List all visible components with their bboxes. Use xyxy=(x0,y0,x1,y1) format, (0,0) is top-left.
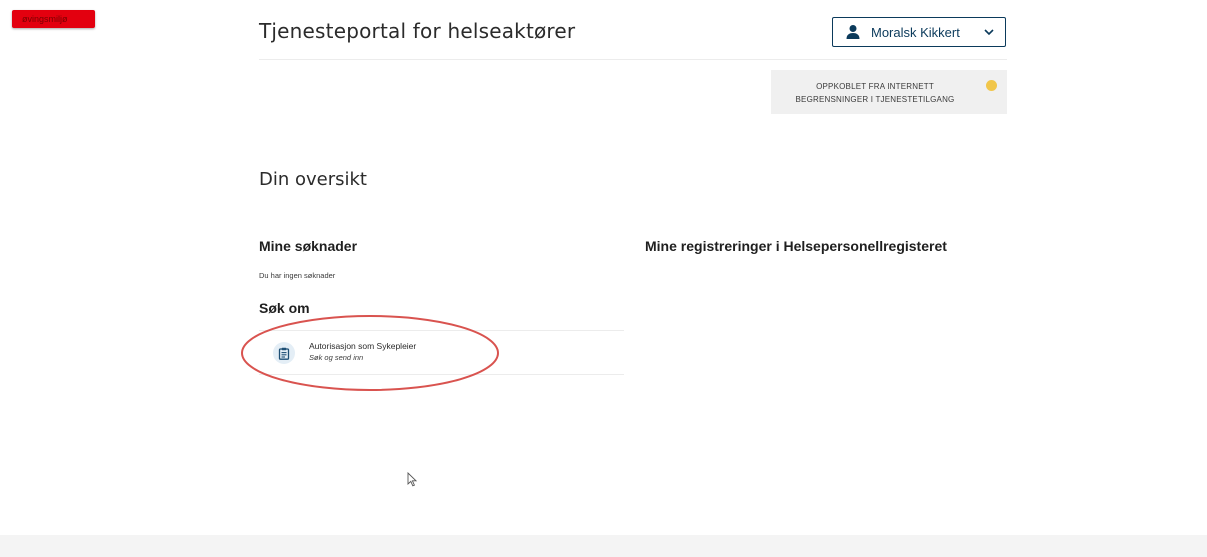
apply-item-authorisation-nurse[interactable]: Autorisasjon som Sykepleier Søk og send … xyxy=(259,331,624,374)
overview-title: Din oversikt xyxy=(259,169,367,190)
chevron-down-icon xyxy=(984,29,994,36)
connection-status: OPPKOBLET FRA INTERNETT BEGRENSNINGER I … xyxy=(771,70,1007,114)
applications-heading: Mine søknader xyxy=(259,238,358,254)
status-indicator xyxy=(986,80,997,91)
clipboard-icon xyxy=(273,342,295,364)
user-name: Moralsk Kikkert xyxy=(871,24,960,40)
apply-item-subtitle: Søk og send inn xyxy=(309,353,364,362)
apply-item-title: Autorisasjon som Sykepleier xyxy=(309,341,417,351)
status-line-1: OPPKOBLET FRA INTERNETT xyxy=(816,82,934,91)
page-title: Tjenesteportal for helseaktører xyxy=(259,19,576,43)
apply-heading: Søk om xyxy=(259,300,310,316)
user-icon xyxy=(846,25,860,39)
registrations-heading: Mine registreringer i Helsepersonellregi… xyxy=(645,238,947,254)
user-menu-button[interactable]: Moralsk Kikkert xyxy=(832,17,1006,47)
environment-badge: øvingsmiljø xyxy=(12,10,95,28)
apply-row-divider-bottom xyxy=(259,374,624,375)
status-line-2: BEGRENSNINGER I TJENESTETILGANG xyxy=(795,95,955,104)
header-divider xyxy=(259,59,1007,60)
mouse-cursor-icon xyxy=(407,472,417,487)
footer-bar xyxy=(0,535,1207,557)
no-applications-text: Du har ingen søknader xyxy=(259,271,336,280)
